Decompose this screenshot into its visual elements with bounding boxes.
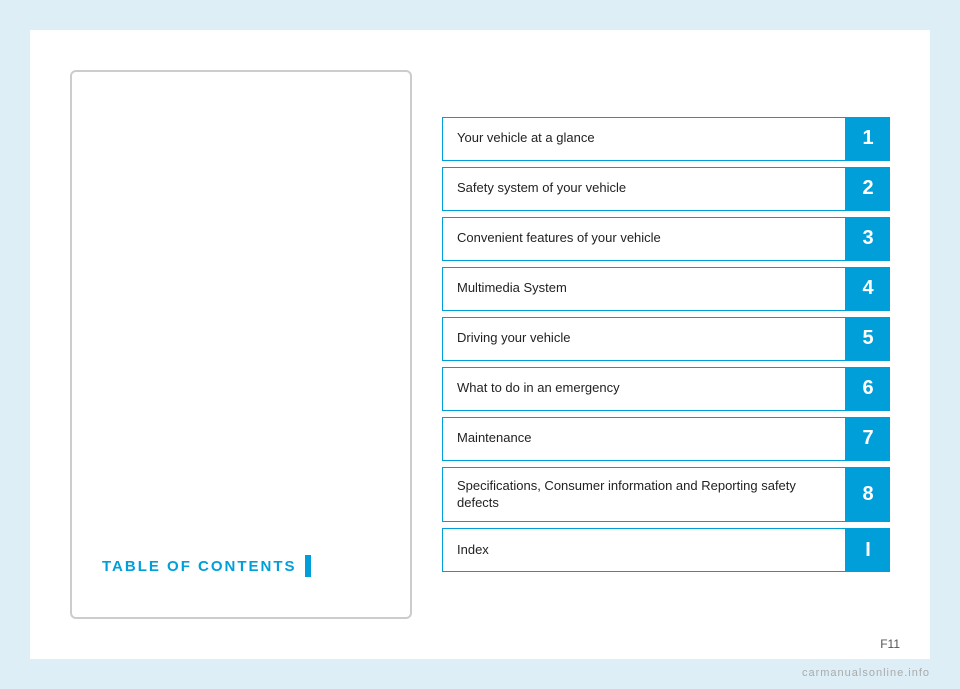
table-row[interactable]: Specifications, Consumer information and… — [442, 467, 890, 523]
toc-item-label: Maintenance — [442, 417, 846, 461]
left-panel: TABLE OF CONTENTS — [70, 70, 412, 619]
table-row[interactable]: IndexI — [442, 528, 890, 572]
toc-item-number: I — [846, 528, 890, 572]
toc-item-label: Convenient features of your vehicle — [442, 217, 846, 261]
table-row[interactable]: Multimedia System4 — [442, 267, 890, 311]
toc-item-label: Safety system of your vehicle — [442, 167, 846, 211]
toc-item-label: Your vehicle at a glance — [442, 117, 846, 161]
table-row[interactable]: What to do in an emergency6 — [442, 367, 890, 411]
toc-item-label: Multimedia System — [442, 267, 846, 311]
watermark-text: carmanualsonline.info — [802, 667, 930, 679]
toc-item-number: 2 — [846, 167, 890, 211]
toc-item-label: Driving your vehicle — [442, 317, 846, 361]
table-row[interactable]: Safety system of your vehicle2 — [442, 167, 890, 211]
table-row[interactable]: Driving your vehicle5 — [442, 317, 890, 361]
toc-title-text: TABLE OF CONTENTS — [102, 558, 297, 575]
toc-item-number: 5 — [846, 317, 890, 361]
toc-item-number: 3 — [846, 217, 890, 261]
toc-item-label: What to do in an emergency — [442, 367, 846, 411]
table-row[interactable]: Convenient features of your vehicle3 — [442, 217, 890, 261]
toc-item-label: Index — [442, 528, 846, 572]
table-row[interactable]: Maintenance7 — [442, 417, 890, 461]
toc-item-number: 4 — [846, 267, 890, 311]
toc-title-bar-icon — [305, 555, 311, 577]
toc-item-number: 1 — [846, 117, 890, 161]
page-container: TABLE OF CONTENTS Your vehicle at a glan… — [30, 30, 930, 659]
toc-item-number: 8 — [846, 467, 890, 523]
toc-item-number: 6 — [846, 367, 890, 411]
right-panel: Your vehicle at a glance1Safety system o… — [412, 30, 930, 659]
toc-item-number: 7 — [846, 417, 890, 461]
toc-item-label: Specifications, Consumer information and… — [442, 467, 846, 523]
table-row[interactable]: Your vehicle at a glance1 — [442, 117, 890, 161]
toc-title-block: TABLE OF CONTENTS — [102, 555, 311, 577]
footer-page-number: F11 — [880, 637, 900, 651]
